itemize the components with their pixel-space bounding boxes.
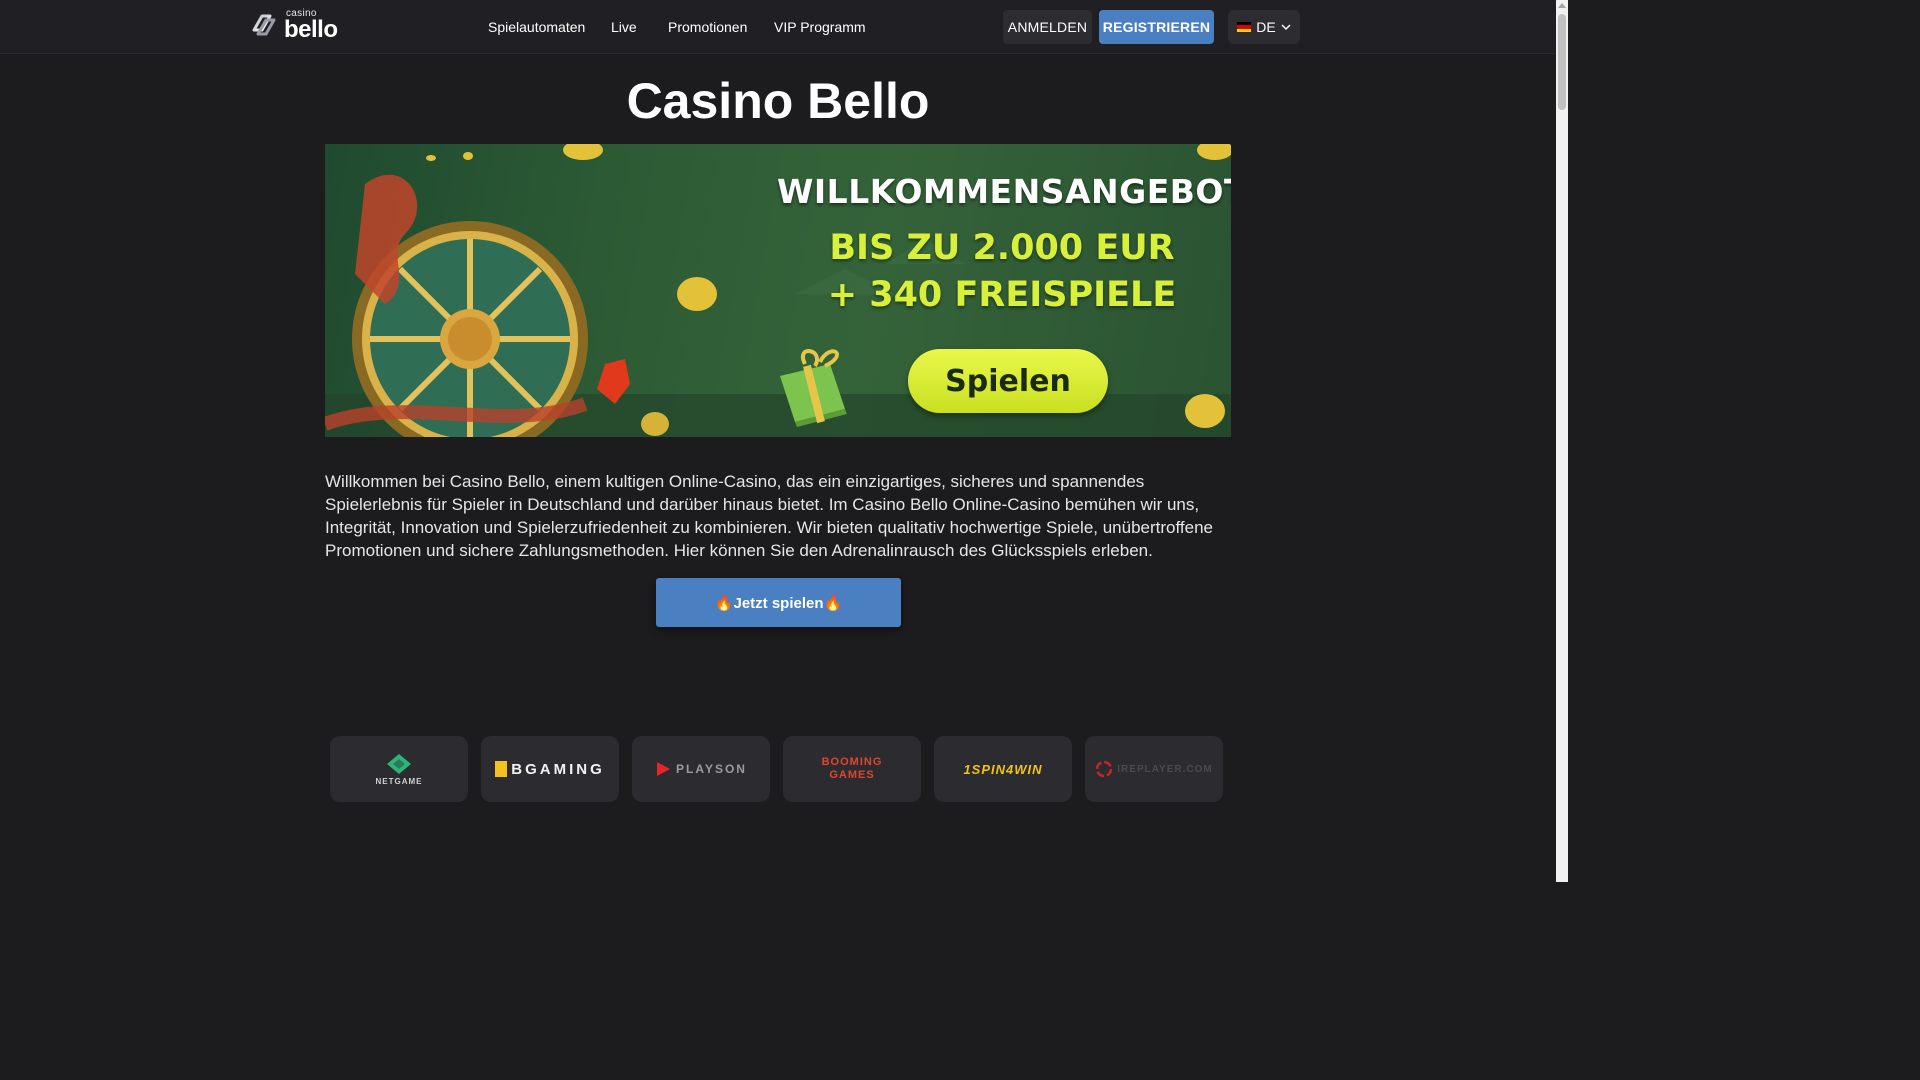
provider-1spin4win[interactable]: 1SPIN4WIN: [934, 736, 1072, 802]
provider-name: 1SPIN4WIN: [963, 761, 1043, 777]
scroll-up-arrow-icon[interactable]: [1558, 3, 1566, 8]
provider-bgaming[interactable]: BGAMING: [481, 736, 619, 802]
top-navigation-bar: casino bello Spielautomaten Live Promoti…: [0, 0, 1556, 54]
casino-bello-logo-icon: [252, 14, 276, 36]
provider-booming-games[interactable]: BOOMING GAMES: [783, 736, 921, 802]
login-button[interactable]: ANMELDEN: [1003, 10, 1092, 44]
language-code: DE: [1256, 19, 1276, 35]
language-selector[interactable]: DE: [1228, 10, 1300, 44]
provider-logos: NETGAME BGAMING PLAYSON BOOMING GAMES 1S…: [330, 736, 1224, 802]
casino-bello-logo[interactable]: casino bello: [248, 8, 338, 43]
chevron-down-icon: [1281, 23, 1291, 30]
provider-name: IREPLAYER.COM: [1117, 763, 1213, 775]
provider-name: NETGAME: [375, 776, 423, 786]
nav-promotionen[interactable]: Promotionen: [668, 19, 747, 35]
banner-headline: WILLKOMMENSANGEBOT: [777, 172, 1231, 211]
page-title: Casino Bello: [626, 73, 930, 129]
nav-vip-programm[interactable]: VIP Programm: [774, 19, 866, 35]
provider-name: PLAYSON: [676, 762, 747, 776]
netgame-logo-icon: [387, 753, 411, 774]
scrollbar-thumb[interactable]: [1558, 14, 1566, 110]
provider-name: BOOMING GAMES: [821, 756, 883, 781]
register-button[interactable]: REGISTRIEREN: [1099, 10, 1214, 44]
german-flag-icon: [1237, 22, 1252, 32]
play-now-button[interactable]: 🔥Jetzt spielen🔥: [656, 578, 901, 627]
provider-name: BGAMING: [511, 760, 605, 778]
playson-logo-icon: [657, 762, 671, 776]
provider-ireplayer[interactable]: IREPLAYER.COM: [1085, 736, 1223, 802]
banner-offer-freespins: + 340 FREISPIELE: [827, 275, 1177, 315]
banner-offer-amount: BIS ZU 2.000 EUR: [829, 228, 1175, 268]
banner-play-button[interactable]: Spielen: [908, 349, 1108, 413]
nav-live[interactable]: Live: [611, 19, 637, 35]
nav-spielautomaten[interactable]: Spielautomaten: [488, 19, 585, 35]
bgaming-logo-icon: [495, 761, 508, 777]
page-scrollbar[interactable]: [1556, 0, 1568, 882]
welcome-offer-banner[interactable]: WILLKOMMENSANGEBOT BIS ZU 2.000 EUR + 34…: [325, 144, 1231, 437]
provider-playson[interactable]: PLAYSON: [632, 736, 770, 802]
provider-netgame[interactable]: NETGAME: [330, 736, 468, 802]
intro-paragraph: Willkommen bei Casino Bello, einem kulti…: [325, 472, 1214, 560]
ireplayer-logo-icon: [1096, 760, 1113, 778]
logo-main-text: bello: [284, 15, 338, 43]
